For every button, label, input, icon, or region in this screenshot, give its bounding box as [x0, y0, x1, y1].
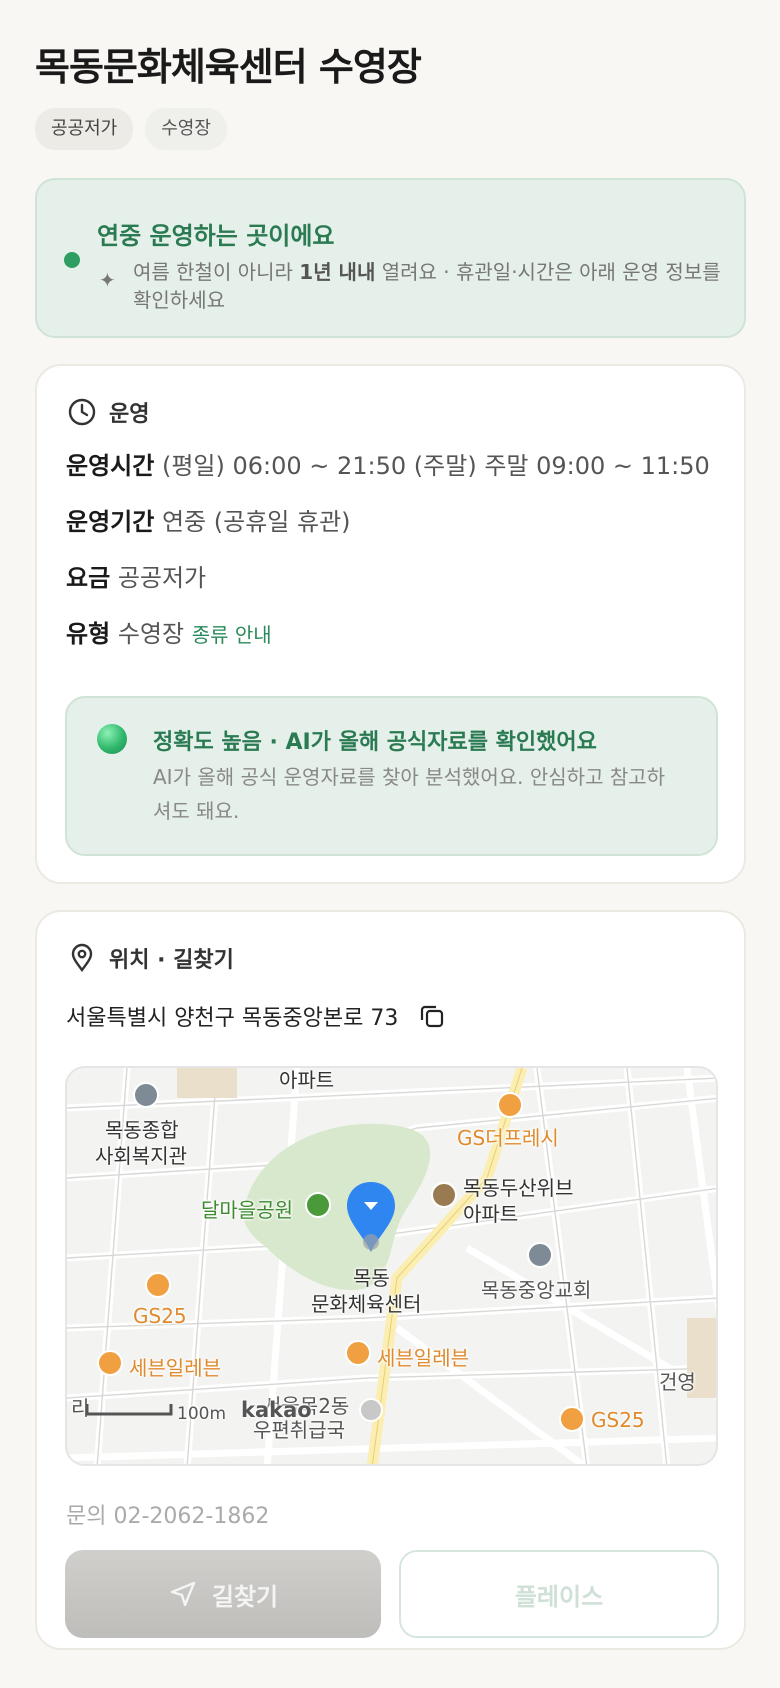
- gs25-right-poi-icon: [559, 1406, 585, 1432]
- map-label-gs-fresh: GS더프레시: [457, 1126, 559, 1150]
- sparkle-icon: ✦: [99, 268, 116, 292]
- fee-row: 요금 공공저가: [66, 564, 207, 592]
- map-label-building-right: 건영: [659, 1370, 696, 1394]
- map-label-doosan2: 아파트: [463, 1202, 519, 1226]
- notice-text: 여름 한철이 아니라 1년 내내 열려요 · 휴관일·시간은 아래 운영 정보를…: [133, 260, 721, 312]
- ai-accuracy-title: 정확도 높음 · AI가 올해 공식자료를 확인했어요: [153, 730, 597, 755]
- type-row: 유형 수영장 종류 안내: [66, 620, 272, 648]
- map-label-gs25-left: GS25: [133, 1304, 187, 1328]
- map-label-seven-left: 세븐일레븐: [129, 1356, 221, 1380]
- page-title: 목동문화체육센터 수영장: [35, 45, 422, 89]
- map-scale-label: 100m: [177, 1404, 227, 1424]
- contact-phone[interactable]: 문의 02-2062-1862: [66, 1498, 269, 1530]
- seven-left-poi-icon: [97, 1350, 123, 1376]
- map-label-apt-top: 아파트: [279, 1068, 335, 1092]
- kakao-logo: kakao: [241, 1398, 312, 1422]
- map-label-welfare1: 목동종합: [105, 1118, 179, 1142]
- park-poi-icon: [305, 1192, 331, 1218]
- welfare-poi-icon: [133, 1082, 159, 1108]
- type-guide-link[interactable]: 종류 안내: [192, 623, 272, 647]
- gs25-left-poi-icon: [145, 1272, 171, 1298]
- map-scale-bar: [85, 1404, 173, 1416]
- ai-accuracy-text: AI가 올해 공식 운영자료를 찾아 분석했어요. 안심하고 참고하셔도 돼요.: [153, 765, 666, 823]
- location-heading: 위치 · 길찾기: [67, 942, 234, 974]
- year-round-notice: 연중 운영하는 곳이에요 ✦ 여름 한철이 아니라 1년 내내 열려요 · 휴관…: [35, 178, 746, 338]
- address-text: 서울특별시 양천구 목동중앙본로 73: [66, 1006, 399, 1031]
- post-office-poi-icon: [359, 1398, 383, 1422]
- tag-chips: 공공저가 수영장: [35, 108, 227, 150]
- copy-icon[interactable]: [418, 1002, 446, 1030]
- chip-price[interactable]: 공공저가: [35, 108, 134, 150]
- map-label-center2: 문화체육센터: [311, 1292, 422, 1316]
- directions-button[interactable]: 길찾기: [65, 1550, 381, 1638]
- operation-card: 운영 운영시간 (평일) 06:00 ~ 21:50 (주말) 주말 09:00…: [35, 364, 746, 884]
- chip-type[interactable]: 수영장: [145, 108, 227, 150]
- hours-row: 운영시간 (평일) 06:00 ~ 21:50 (주말) 주말 09:00 ~ …: [66, 452, 710, 480]
- address-row: 서울특별시 양천구 목동중앙본로 73: [66, 1000, 446, 1032]
- clock-icon: [68, 398, 96, 426]
- map-label-center1: 목동: [353, 1266, 390, 1290]
- operation-heading: 운영: [67, 396, 149, 428]
- map-label-welfare2: 사회복지관: [95, 1144, 187, 1168]
- map-label-doosan1: 목동두산위브: [463, 1176, 574, 1200]
- period-row: 운영기간 연중 (공휴일 휴관): [66, 508, 351, 536]
- map-label-gs25-right: GS25: [591, 1408, 645, 1432]
- place-button[interactable]: 플레이스: [399, 1550, 719, 1638]
- status-dot-icon: [64, 252, 80, 268]
- seven-mid-poi-icon: [345, 1340, 371, 1366]
- map-label-park: 달마을공원: [201, 1198, 293, 1222]
- location-card: 위치 · 길찾기 서울특별시 양천구 목동중앙본로 73 아파트 GS더프레시 …: [35, 910, 746, 1650]
- ai-orb-icon: [97, 724, 127, 754]
- location-pin-icon: [71, 943, 93, 973]
- church-poi-icon: [527, 1242, 553, 1268]
- map-label-seven-mid: 세븐일레븐: [377, 1346, 469, 1370]
- location-map[interactable]: 아파트 GS더프레시 목동종합 사회복지관 달마을공원 목동두산위브 아파트 목…: [65, 1066, 718, 1466]
- ai-accuracy-box: 정확도 높음 · AI가 올해 공식자료를 확인했어요 AI가 올해 공식 운영…: [65, 696, 718, 856]
- gs-fresh-poi-icon: [497, 1092, 523, 1118]
- map-label-church: 목동중앙교회: [481, 1278, 592, 1302]
- apartment-poi-icon: [431, 1182, 457, 1208]
- navigation-arrow-icon: [170, 1581, 196, 1607]
- notice-title: 연중 운영하는 곳이에요: [97, 222, 335, 250]
- map-pin-icon[interactable]: [345, 1180, 397, 1260]
